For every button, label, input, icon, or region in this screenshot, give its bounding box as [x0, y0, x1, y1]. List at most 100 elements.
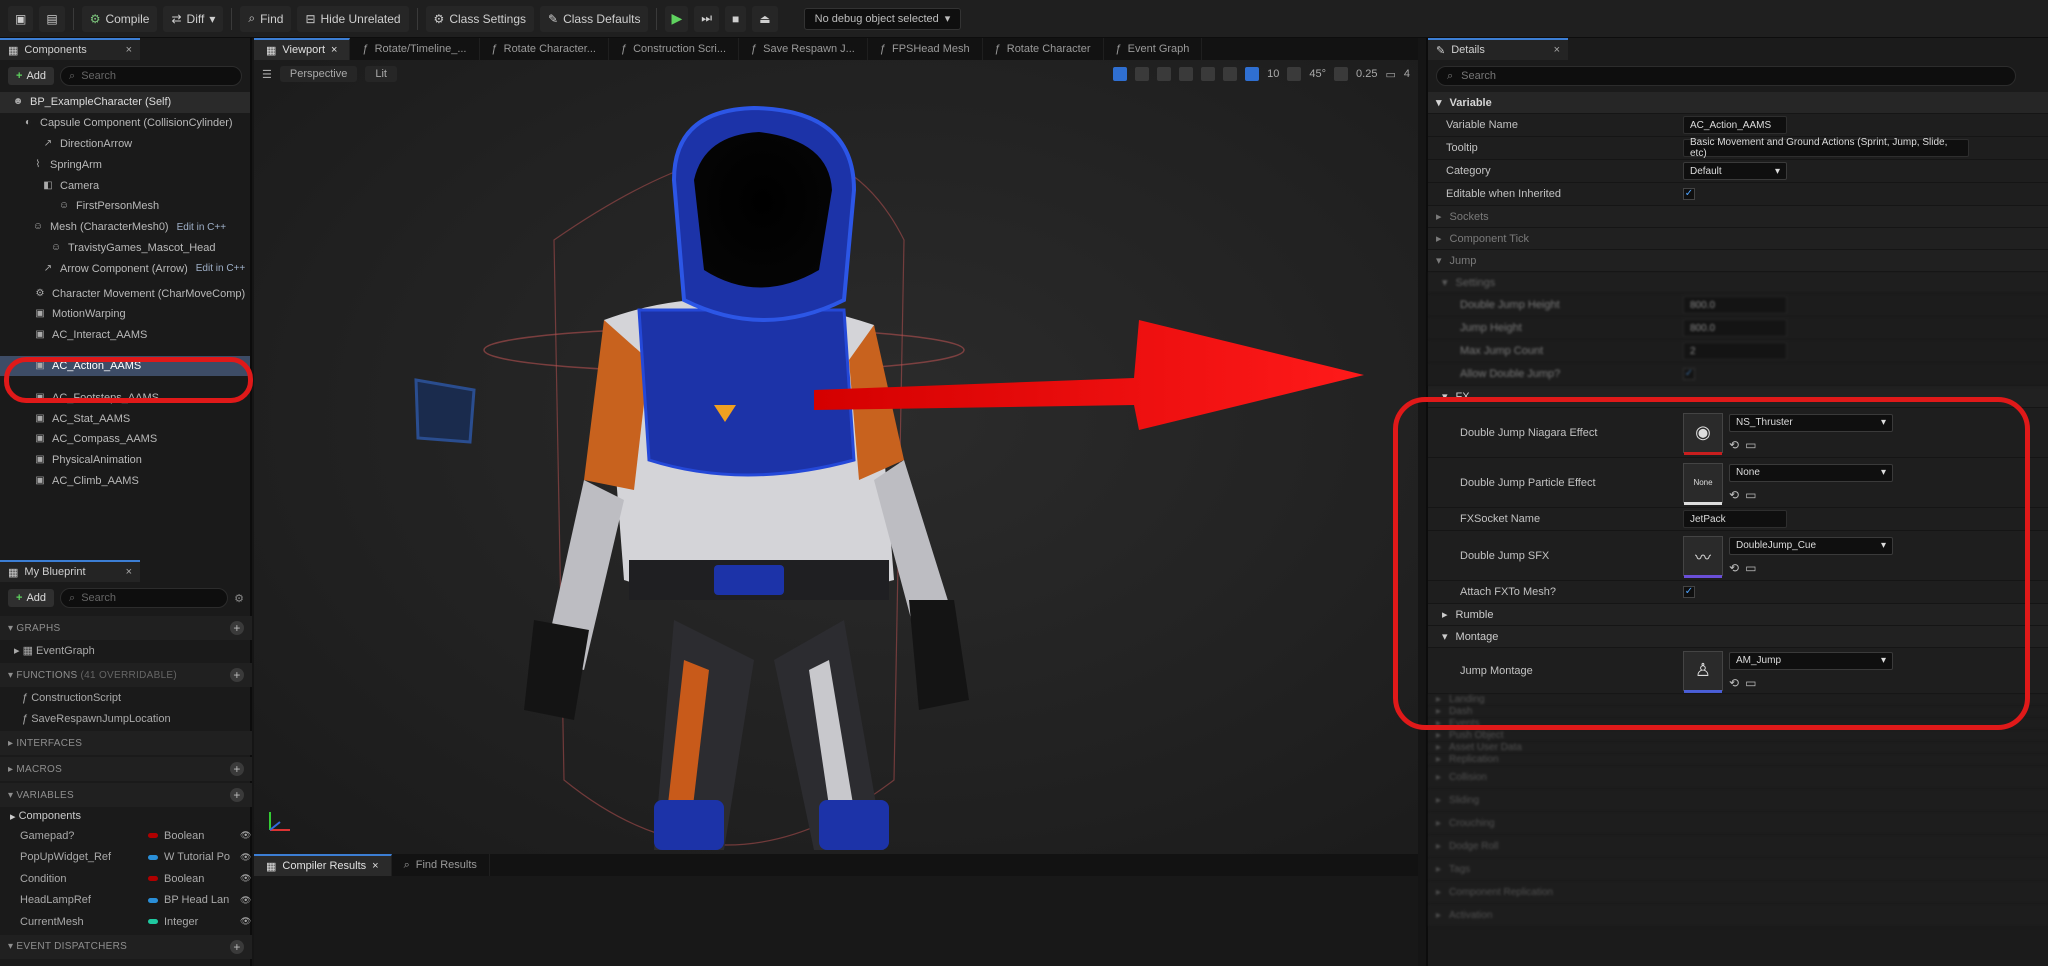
class-defaults-button[interactable]: ✎ Class Defaults [540, 5, 649, 32]
eye-icon[interactable]: 👁 [240, 830, 251, 841]
jump-height-field[interactable]: 800.0 [1683, 319, 1787, 337]
tree-item-camera[interactable]: ◧ Camera [0, 175, 250, 196]
add-graph-icon[interactable]: + [230, 621, 244, 635]
close-icon[interactable]: × [126, 566, 132, 578]
section-collapsed[interactable]: ▸ Activation [1428, 904, 2048, 927]
interfaces-category[interactable]: ▸ INTERFACES [0, 731, 252, 755]
section-collapsed[interactable]: ▸ Crouching [1428, 812, 2048, 835]
tree-item-stat[interactable]: ▣ AC_Stat_AAMS [0, 408, 250, 429]
variable-row[interactable]: Gamepad? Boolean 👁 [0, 825, 252, 847]
category-select[interactable]: Default ▾ [1683, 162, 1787, 180]
section-jump[interactable]: ▾ Jump [1428, 250, 2048, 272]
eject-button[interactable]: ⏏ [752, 5, 778, 32]
variable-name-field[interactable]: AC_Action_AAMS [1683, 116, 1787, 134]
close-icon[interactable]: × [126, 44, 132, 56]
tab-editor[interactable]: ƒ Rotate Character [983, 38, 1104, 60]
details-search-input[interactable]: ⌕ Search [1436, 66, 2016, 86]
tree-item-arrow[interactable]: ↗ Arrow Component (Arrow) Edit in C++ [0, 258, 250, 279]
settings-icon[interactable]: ⚙ [234, 592, 244, 605]
my-blueprint-tab[interactable]: ▦ My Blueprint × [0, 560, 140, 582]
stop-button[interactable]: ■ [725, 5, 747, 32]
variable-row[interactable]: PopUpWidget_Ref W Tutorial Po 👁 [0, 847, 252, 869]
tree-item-mascot-head[interactable]: ☺ TravistyGames_Mascot_Head [0, 238, 250, 259]
add-macro-icon[interactable]: + [230, 762, 244, 776]
tree-item-firstpersonmesh[interactable]: ☺ FirstPersonMesh [0, 196, 250, 217]
event-graph-item[interactable]: ▸ ▦ EventGraph [0, 640, 252, 661]
editable-inherited-checkbox[interactable]: ✓ [1683, 188, 1695, 200]
tab-editor[interactable]: ▦ Viewport × [254, 38, 351, 60]
add-dispatcher-icon[interactable]: + [230, 939, 244, 954]
eye-icon[interactable]: 👁 [240, 895, 251, 906]
tab-find-results[interactable]: ⌕ Find Results [392, 854, 490, 876]
tree-item-mesh[interactable]: ☺ Mesh (CharacterMesh0) Edit in C++ [0, 217, 250, 238]
tree-item-self[interactable]: ☻ BP_ExampleCharacter (Self) [0, 92, 250, 113]
tab-editor[interactable]: ƒ Save Respawn J... [739, 38, 868, 60]
variable-row[interactable]: Condition Boolean 👁 [0, 868, 252, 890]
tree-item-physicalanimation[interactable]: ▣ PhysicalAnimation [0, 450, 250, 471]
function-item[interactable]: ƒ SaveRespawnJumpLocation [0, 708, 252, 729]
tree-item-charmove[interactable]: ⚙ Character Movement (CharMoveComp) [0, 283, 250, 304]
eye-icon[interactable]: 👁 [240, 916, 251, 927]
edit-in-cpp-link[interactable]: Edit in C++ [196, 263, 245, 274]
add-function-icon[interactable]: + [230, 668, 244, 682]
add-variable-icon[interactable]: + [230, 788, 244, 802]
functions-category[interactable]: ▾ FUNCTIONS (41 OVERRIDABLE) + [0, 663, 252, 687]
graphs-category[interactable]: ▾ GRAPHS + [0, 616, 252, 640]
section-collapsed[interactable]: ▸ Dodge Roll [1428, 835, 2048, 858]
step-button[interactable]: ⏭ [694, 5, 720, 32]
class-settings-button[interactable]: ⚙ Class Settings [425, 5, 535, 32]
tab-compiler-results[interactable]: ▦ Compiler Results × [254, 854, 392, 876]
debug-object-select[interactable]: No debug object selected ▾ [803, 7, 962, 30]
section-sockets[interactable]: ▸ Sockets [1428, 206, 2048, 228]
close-icon[interactable]: × [331, 44, 337, 56]
function-item[interactable]: ƒ ConstructionScript [0, 687, 252, 708]
tree-item-climb[interactable]: ▣ AC_Climb_AAMS [0, 471, 250, 492]
variable-row[interactable]: HeadLampRef BP Head Lan 👁 [0, 890, 252, 912]
section-collapsed[interactable]: ▸ Collision [1428, 766, 2048, 789]
tree-item-compass[interactable]: ▣ AC_Compass_AAMS [0, 429, 250, 450]
viewport[interactable]: ☰ Perspective Lit 10 45° 0.25 ▭ 4 [254, 60, 1418, 854]
allow-double-jump-checkbox[interactable]: ✓ [1683, 368, 1695, 380]
section-collapsed[interactable]: ▸ Replication [1428, 754, 2048, 766]
double-jump-height-field[interactable]: 800.0 [1683, 296, 1787, 314]
tab-editor[interactable]: ƒ Rotate/Timeline_... [350, 38, 480, 60]
section-collapsed[interactable]: ▸ Asset User Data [1428, 742, 2048, 754]
eye-icon[interactable]: 👁 [240, 852, 251, 863]
play-button[interactable]: ▶ [665, 5, 689, 32]
hide-unrelated-button[interactable]: ⊟ Hide Unrelated [297, 5, 409, 32]
eye-icon[interactable]: 👁 [240, 873, 251, 884]
tree-item-springarm[interactable]: ⌇ SpringArm [0, 154, 250, 175]
diff-button[interactable]: ⇄ Diff ▾ [163, 5, 224, 32]
event-dispatchers-category[interactable]: ▾ EVENT DISPATCHERS + [0, 934, 252, 959]
tree-item-motionwarping[interactable]: ▣ MotionWarping [0, 304, 250, 325]
tab-editor[interactable]: ƒ Event Graph [1104, 38, 1203, 60]
components-tab[interactable]: ▦ Components × [0, 38, 140, 60]
components-search-input[interactable]: ⌕ Search [60, 66, 242, 86]
section-variable[interactable]: ▾ Variable [1428, 92, 2048, 114]
components-group[interactable]: ▸ Components [0, 807, 252, 825]
save-icon[interactable]: ▣ [8, 5, 34, 32]
my-blueprint-search-input[interactable]: ⌕ Search [60, 588, 229, 608]
section-collapsed[interactable]: ▸ Tags [1428, 858, 2048, 881]
tab-editor[interactable]: ƒ Construction Scri... [609, 38, 739, 60]
browse-icon[interactable]: ▤ [39, 5, 65, 32]
find-button[interactable]: ⌕ Find [240, 5, 292, 32]
compile-button[interactable]: ⚙ Compile [81, 5, 158, 32]
section-collapsed[interactable]: ▸ Sliding [1428, 789, 2048, 812]
section-collapsed[interactable]: ▸ Push Object [1428, 730, 2048, 742]
tab-editor[interactable]: ƒ FPSHead Mesh [868, 38, 983, 60]
add-component-button[interactable]: + Add [8, 67, 55, 85]
variable-row[interactable]: CurrentMesh Integer 👁 [0, 911, 252, 933]
macros-category[interactable]: ▸ MACROS + [0, 757, 252, 781]
tab-editor[interactable]: ƒ Rotate Character... [480, 38, 609, 60]
details-tab[interactable]: ✎ Details × [1428, 38, 1568, 60]
edit-in-cpp-link[interactable]: Edit in C++ [177, 222, 226, 233]
section-collapsed[interactable]: ▸ Component Replication [1428, 881, 2048, 904]
add-member-button[interactable]: + Add [8, 589, 55, 607]
tree-item-capsule[interactable]: ◐ Capsule Component (CollisionCylinder) [0, 113, 250, 134]
variables-category[interactable]: ▾ VARIABLES + [0, 783, 252, 807]
tree-item-directionarrow[interactable]: ↗ DirectionArrow [0, 134, 250, 155]
close-icon[interactable]: × [372, 860, 378, 872]
close-icon[interactable]: × [1554, 44, 1560, 56]
section-settings[interactable]: ▾ Settings [1428, 272, 2048, 294]
